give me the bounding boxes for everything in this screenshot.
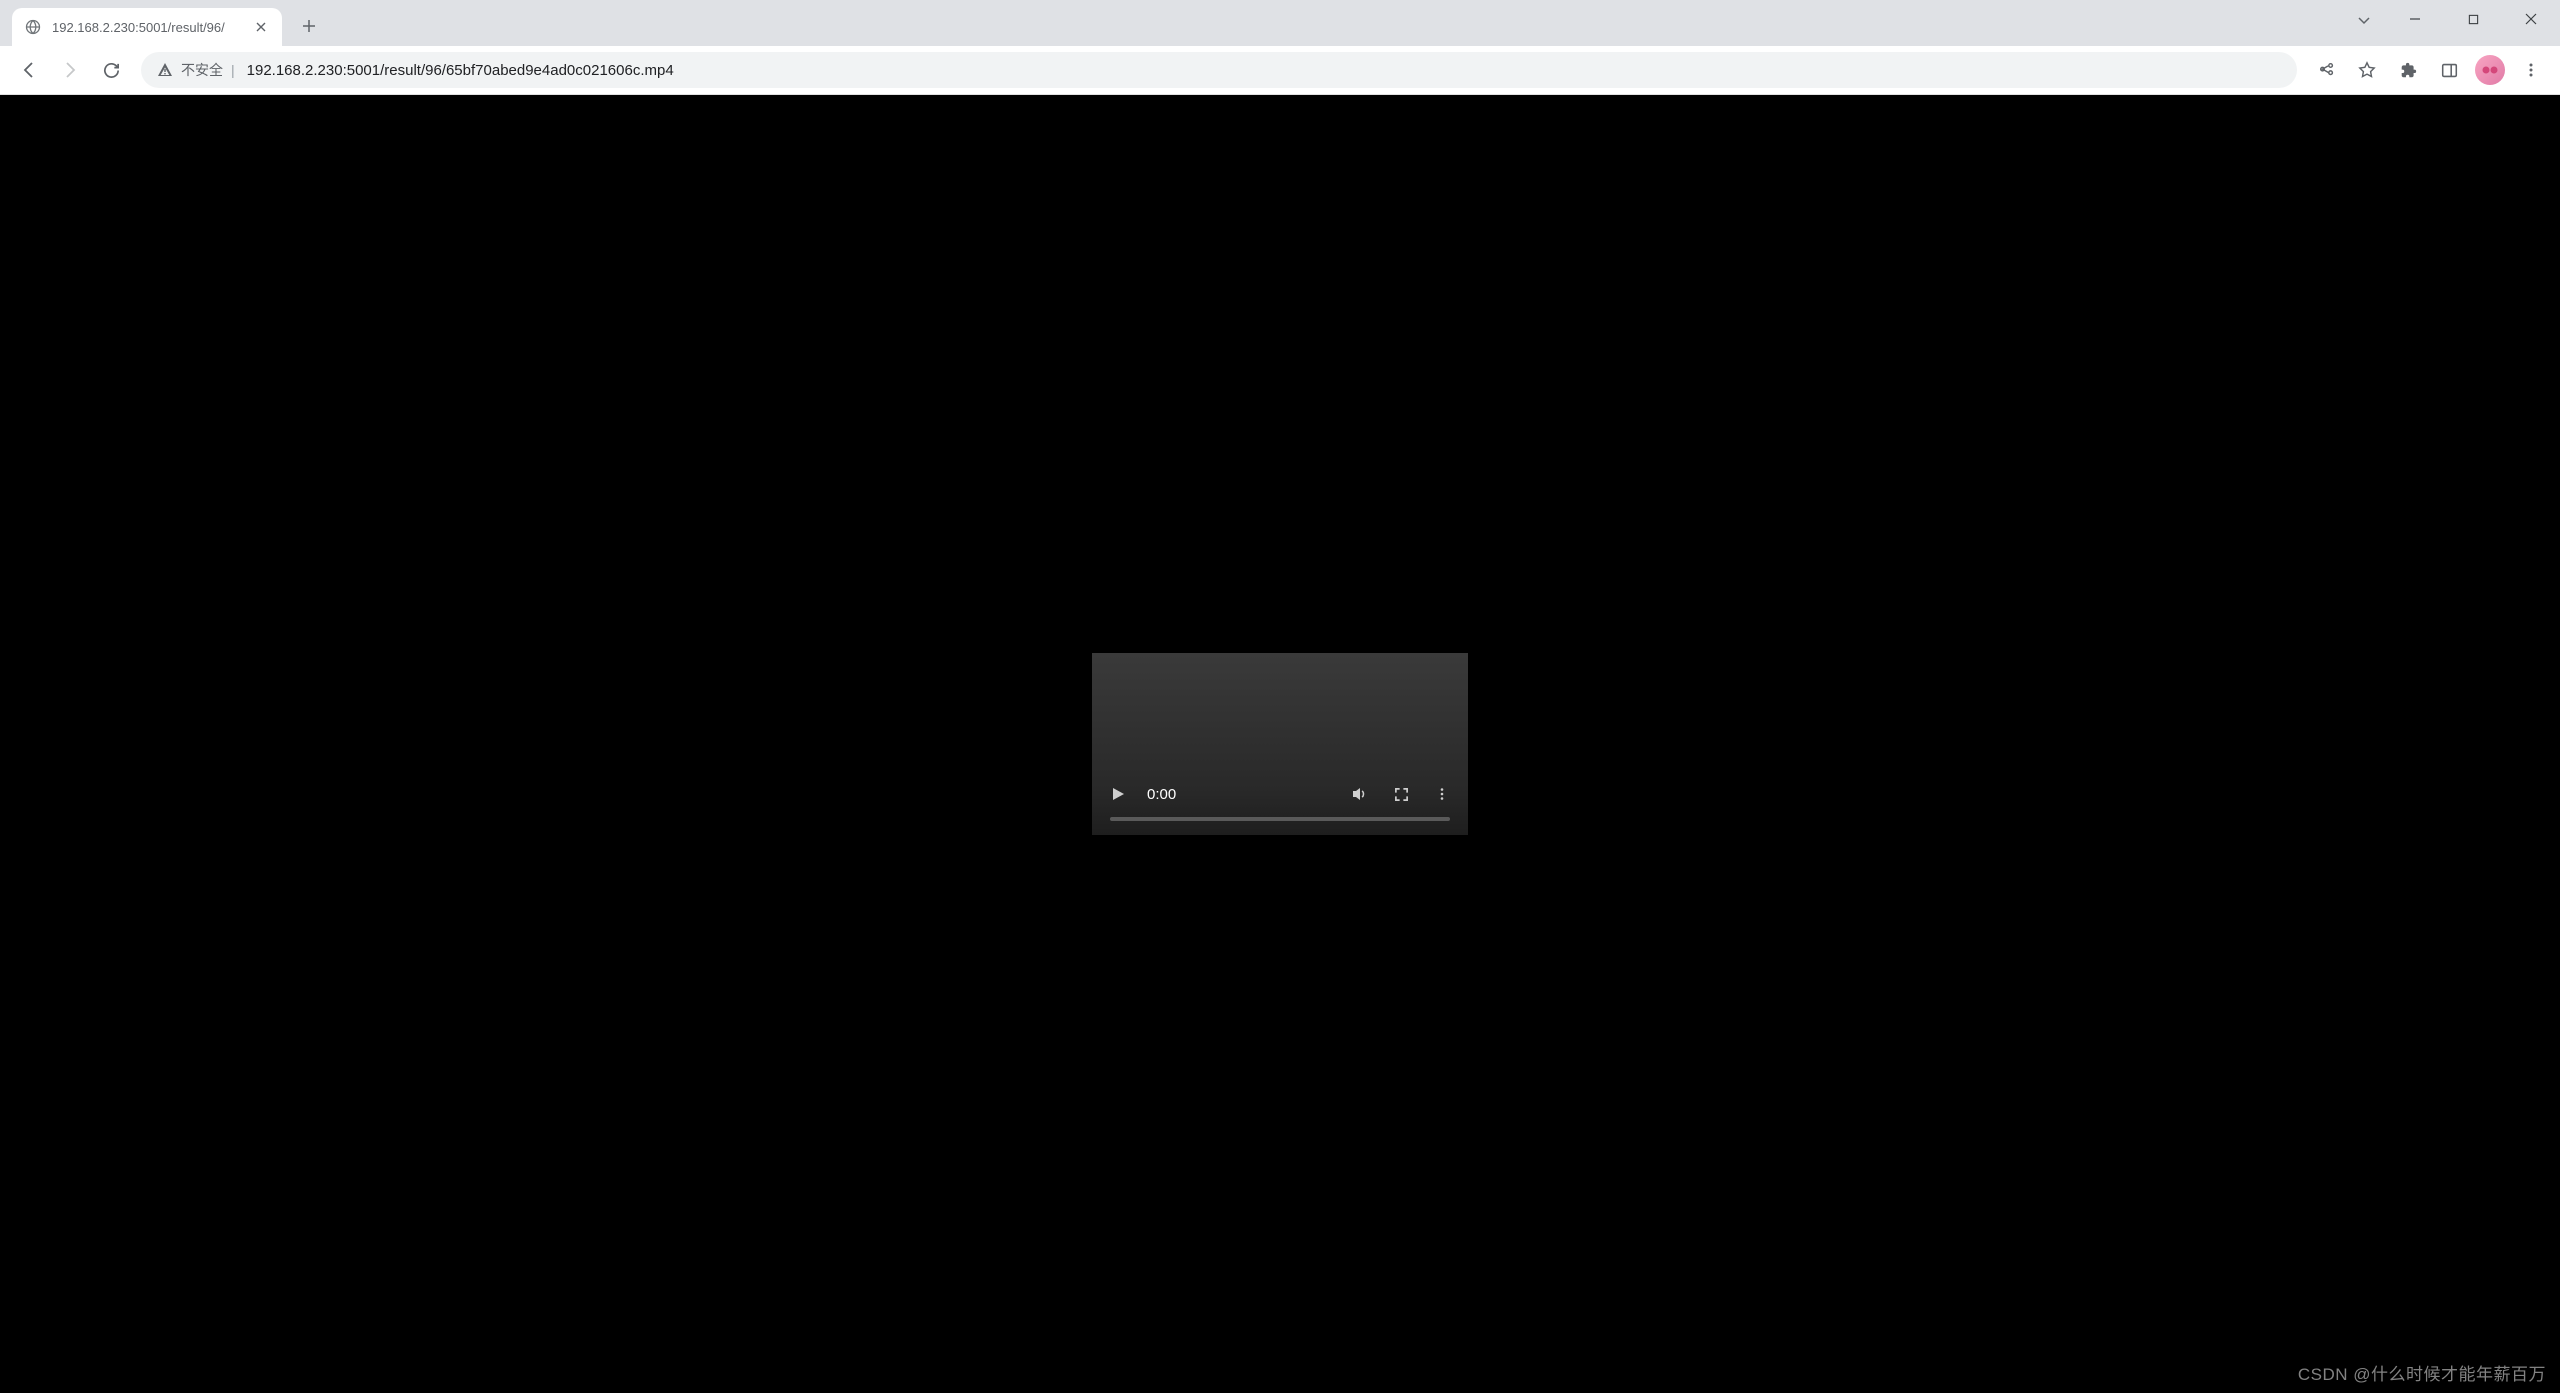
divider: |	[231, 62, 235, 78]
toolbar: 不安全 | 192.168.2.230:5001/result/96/65bf7…	[0, 46, 2560, 95]
tab-bar: 192.168.2.230:5001/result/96/	[0, 0, 2560, 46]
forward-button[interactable]	[51, 51, 89, 89]
video-controls: 0:00	[1092, 771, 1468, 817]
close-tab-button[interactable]	[252, 18, 270, 36]
video-menu-button[interactable]	[1430, 782, 1454, 806]
video-player[interactable]: 0:00	[1092, 653, 1468, 835]
security-label: 不安全	[181, 60, 223, 80]
sidepanel-button[interactable]	[2430, 51, 2468, 89]
video-time: 0:00	[1147, 786, 1331, 803]
menu-button[interactable]	[2512, 51, 2550, 89]
new-tab-button[interactable]	[292, 9, 326, 43]
tab-title: 192.168.2.230:5001/result/96/	[52, 20, 242, 35]
fullscreen-button[interactable]	[1389, 782, 1413, 806]
video-progress-bar[interactable]	[1110, 817, 1450, 821]
content-area: 0:00 CSDN @什么时候才能年薪百	[0, 95, 2560, 1393]
tab-search-button[interactable]	[2342, 2, 2386, 40]
bookmark-button[interactable]	[2348, 51, 2386, 89]
security-indicator[interactable]: 不安全 |	[157, 60, 235, 80]
share-button[interactable]	[2308, 51, 2346, 89]
globe-icon	[24, 18, 42, 36]
address-bar[interactable]: 不安全 | 192.168.2.230:5001/result/96/65bf7…	[141, 52, 2297, 88]
browser-tab[interactable]: 192.168.2.230:5001/result/96/	[12, 8, 282, 46]
volume-button[interactable]	[1348, 782, 1372, 806]
window-minimize-button[interactable]	[2386, 0, 2444, 38]
play-button[interactable]	[1106, 782, 1130, 806]
url-text: 192.168.2.230:5001/result/96/65bf70abed9…	[247, 62, 2281, 79]
reload-button[interactable]	[92, 51, 130, 89]
extensions-button[interactable]	[2389, 51, 2427, 89]
profile-avatar[interactable]	[2475, 55, 2505, 85]
back-button[interactable]	[10, 51, 48, 89]
window-maximize-button[interactable]	[2444, 0, 2502, 38]
warning-icon	[157, 62, 173, 78]
watermark: CSDN @什么时候才能年薪百万	[2298, 1360, 2546, 1385]
window-close-button[interactable]	[2502, 0, 2560, 38]
